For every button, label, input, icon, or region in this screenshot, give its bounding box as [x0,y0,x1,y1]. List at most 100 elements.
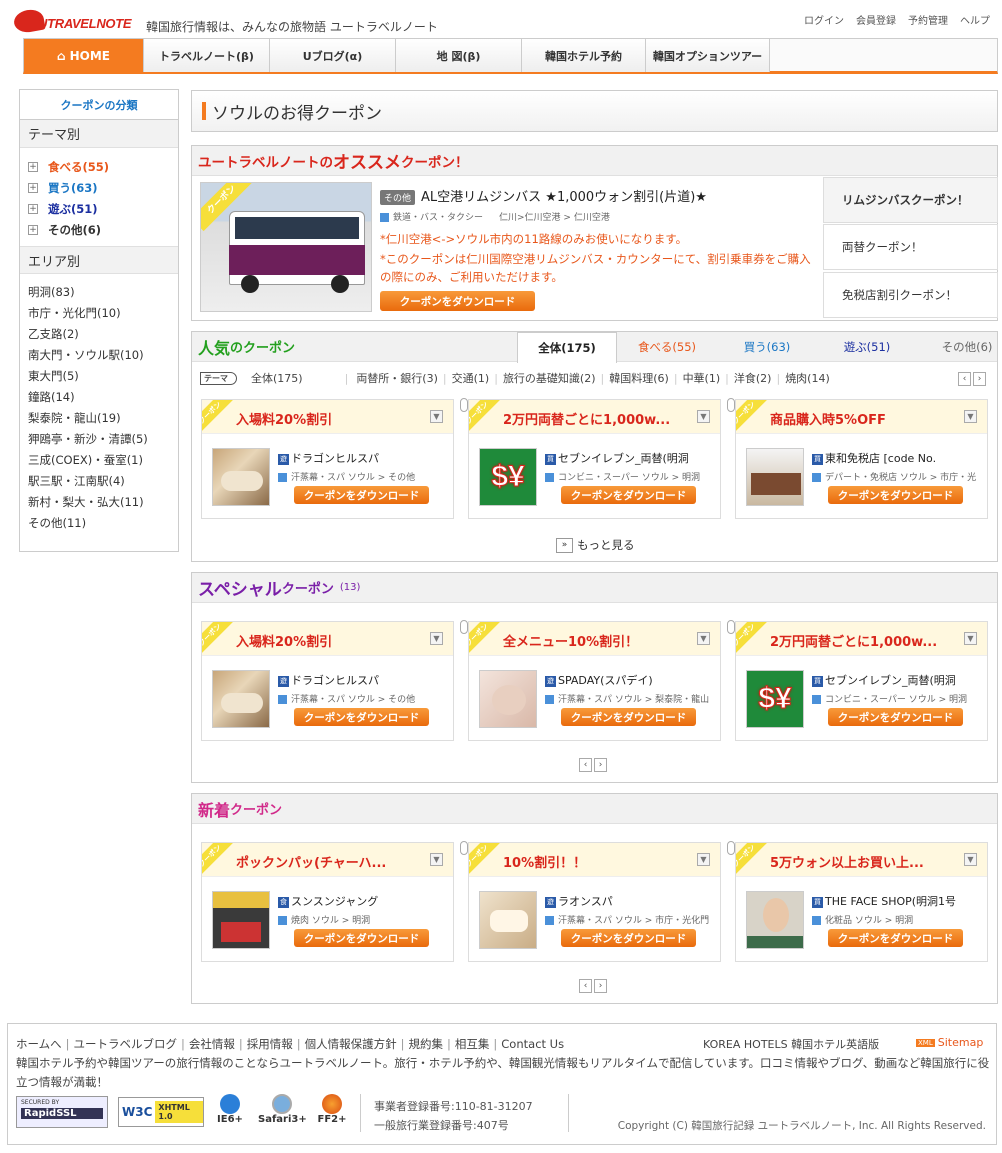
shop-name[interactable]: 食スンスンジャング [278,893,378,909]
recommend-download-button[interactable]: クーポンをダウンロード [380,291,535,311]
footer-link[interactable]: 個人情報保護方針 [305,1037,397,1051]
coupon-card[interactable]: クーポン 入場料20%割引 ▼ 遊ドラゴンヒルスパ 汗蒸幕・スパ ソウル > その他 クー… [201,621,454,741]
coupon-thumbnail[interactable] [479,670,537,728]
shop-name[interactable]: 買セブンイレブン_両替(明洞 [812,672,956,688]
coupon-thumbnail[interactable] [746,448,804,506]
subcategory-link[interactable]: 韓国料理(6) [609,370,669,386]
coupon-thumbnail[interactable] [212,448,270,506]
footer-link[interactable]: 相互集 [455,1037,490,1051]
subcategory-link[interactable]: 全体(175) [251,370,303,386]
shop-name[interactable]: 遊 SPADAY(スパデイ) [545,672,653,688]
expand-icon[interactable]: + [28,161,38,172]
theme-item[interactable]: + 食べる(55) [20,156,178,177]
recommend-tab-dutyfree[interactable]: 免税店割引クーポン！ [823,272,998,318]
chevron-down-icon[interactable]: ▼ [430,410,443,423]
theme-item[interactable]: + 遊ぶ(51) [20,198,178,219]
shop-name[interactable]: 遊ラオンスパ [545,893,613,909]
shop-name[interactable]: 遊ドラゴンヒルスパ [278,672,379,688]
nav-tab-home[interactable]: ⌂ HOME [24,39,144,72]
coupon-title[interactable]: 入場料20%割引 [236,409,332,428]
download-coupon-button[interactable]: クーポンをダウンロード [294,929,429,947]
w3c-xhtml-badge[interactable]: W3C XHTML 1.0 [118,1097,204,1127]
shop-name[interactable]: 買 THE FACE SHOP(明洞1号 [812,893,956,909]
coupon-card[interactable]: クーポン 全メニュー10%割引！ ▼ 遊 SPADAY(スパデイ) 汗蒸幕・スパ ソウル … [468,621,721,741]
korea-hotels-link[interactable]: KOREA HOTELS 韓国ホテル英語版 [703,1036,879,1052]
chevron-down-icon[interactable]: ▼ [964,853,977,866]
login-link[interactable]: ログイン [804,12,844,27]
coupon-title[interactable]: 2万円両替ごとに1,000w... [770,631,937,650]
next-icon[interactable]: › [594,979,607,993]
reservation-link[interactable]: 予約管理 [908,12,948,27]
coupon-card[interactable]: クーポン ポックンパッ(チャーハ... ▼ 食スンスンジャング 焼肉 ソウル > 明洞ク… [201,842,454,962]
download-coupon-button[interactable]: クーポンをダウンロード [828,708,963,726]
help-link[interactable]: ヘルプ [960,12,990,27]
download-coupon-button[interactable]: クーポンをダウンロード [294,486,429,504]
expand-icon[interactable]: + [28,224,38,235]
chevron-down-icon[interactable]: ▼ [697,853,710,866]
nav-tab-ublog[interactable]: Uブログ(α) [270,39,396,72]
theme-item[interactable]: + その他(6) [20,219,178,240]
area-item[interactable]: その他(11) [20,512,178,533]
area-item[interactable]: 乙支路(2) [20,323,178,344]
prev-icon[interactable]: ‹ [579,758,592,772]
coupon-card[interactable]: クーポン 2万円両替ごとに1,000w... ▼ $¥ 買セブンイレブン_両替(明洞 コン… [468,399,721,519]
download-coupon-button[interactable]: クーポンをダウンロード [561,708,696,726]
nav-tab-map[interactable]: 地 図(β) [396,39,522,72]
popular-tab[interactable]: 遊ぶ(51) [817,332,917,362]
nav-tab-tour[interactable]: 韓国オプションツアー [646,39,770,72]
area-item[interactable]: 梨泰院・龍山(19) [20,407,178,428]
theme-item[interactable]: + 買う(63) [20,177,178,198]
footer-link[interactable]: 会社情報 [189,1037,235,1051]
chevron-down-icon[interactable]: ▼ [697,632,710,645]
subcategory-link[interactable]: 洋食(2) [734,370,772,386]
coupon-thumbnail[interactable] [212,670,270,728]
coupon-thumbnail[interactable]: $¥ [746,670,804,728]
chevron-down-icon[interactable]: ▼ [964,410,977,423]
chevron-down-icon[interactable]: ▼ [430,632,443,645]
download-coupon-button[interactable]: クーポンをダウンロード [561,486,696,504]
area-item[interactable]: 明洞(83) [20,281,178,302]
prev-icon[interactable]: ‹ [958,372,971,386]
recommend-tab-exchange[interactable]: 両替クーポン！ [823,224,998,270]
coupon-title[interactable]: 10%割引！！ [503,852,586,871]
coupon-card[interactable]: クーポン 10%割引！！ ▼ 遊ラオンスパ 汗蒸幕・スパ ソウル > 市庁・光化門 クーポ… [468,842,721,962]
coupon-title[interactable]: ポックンパッ(チャーハ... [236,852,386,871]
coupon-title[interactable]: 5万ウォン以上お買い上... [770,852,924,871]
popular-tab[interactable]: 買う(63) [717,332,817,362]
coupon-thumbnail[interactable] [212,891,270,949]
footer-link[interactable]: 採用情報 [247,1037,293,1051]
more-link[interactable]: » もっと見る [556,537,635,553]
area-item[interactable]: 市庁・光化門(10) [20,302,178,323]
popular-tab[interactable]: 全体(175) [517,332,617,363]
download-coupon-button[interactable]: クーポンをダウンロード [294,708,429,726]
coupon-thumbnail[interactable] [746,891,804,949]
coupon-thumbnail[interactable]: $¥ [479,448,537,506]
area-item[interactable]: 三成(COEX)・蚕室(1) [20,449,178,470]
expand-icon[interactable]: + [28,182,38,193]
area-item[interactable]: 駅三駅・江南駅(4) [20,470,178,491]
bus-photo[interactable]: クーポン [200,182,372,312]
shop-name[interactable]: 買セブンイレブン_両替(明洞 [545,450,689,466]
rapidssl-badge[interactable]: SECURED BY RapidSSL [16,1096,108,1128]
coupon-card[interactable]: クーポン 5万ウォン以上お買い上... ▼ 買 THE FACE SHOP(明洞1号 化粧… [735,842,988,962]
footer-link[interactable]: Contact Us [501,1037,564,1051]
recommend-title[interactable]: その他 AL空港リムジンバス ★1,000ウォン割引(片道)★ [380,186,707,205]
register-link[interactable]: 会員登録 [856,12,896,27]
nav-tab-travelnote[interactable]: トラベルノート(β) [144,39,270,72]
coupon-thumbnail[interactable] [479,891,537,949]
footer-link[interactable]: ユートラベルブログ [74,1037,178,1051]
coupon-card[interactable]: クーポン 入場料20%割引 ▼ 遊ドラゴンヒルスパ 汗蒸幕・スパ ソウル > その他 クー… [201,399,454,519]
shop-name[interactable]: 買東和免税店 [code No. [812,450,936,466]
coupon-card[interactable]: クーポン 商品購入時5%OFF ▼ 買東和免税店 [code No. デパート・免税店 … [735,399,988,519]
subcategory-link[interactable]: 交通(1) [452,370,490,386]
coupon-title[interactable]: 2万円両替ごとに1,000w... [503,409,670,428]
popular-tab[interactable]: 食べる(55) [617,332,717,362]
download-coupon-button[interactable]: クーポンをダウンロード [561,929,696,947]
chevron-down-icon[interactable]: ▼ [964,632,977,645]
expand-icon[interactable]: + [28,203,38,214]
coupon-title[interactable]: 全メニュー10%割引！ [503,631,638,650]
next-icon[interactable]: › [973,372,986,386]
subcategory-link[interactable]: 両替所・銀行(3) [356,370,438,386]
coupon-card[interactable]: クーポン 2万円両替ごとに1,000w... ▼ $¥ 買セブンイレブン_両替(明洞 コン… [735,621,988,741]
nav-tab-hotel[interactable]: 韓国ホテル予約 [522,39,646,72]
